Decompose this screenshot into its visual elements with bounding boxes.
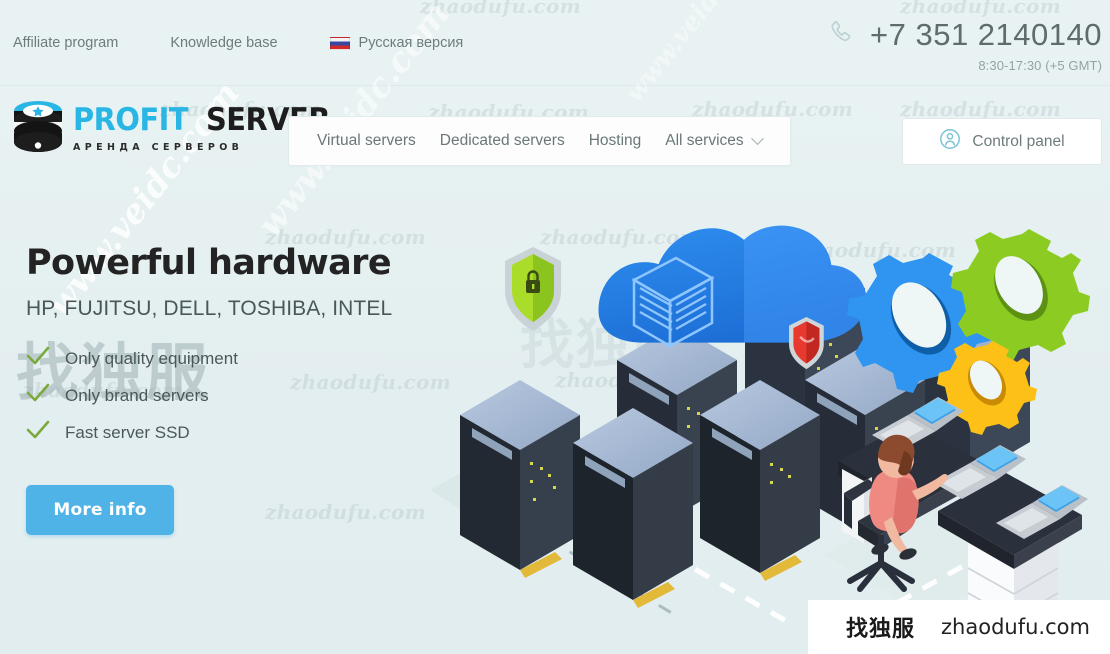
nav-item-hosting[interactable]: Hosting bbox=[577, 132, 654, 150]
chevron-down-icon bbox=[750, 131, 764, 145]
feature-label: Only brand servers bbox=[65, 385, 209, 405]
page-title: Powerful hardware bbox=[26, 243, 392, 283]
nav-item-all-services[interactable]: All services bbox=[653, 131, 773, 150]
topbar-links: Affiliate program Knowledge base Русская… bbox=[0, 31, 463, 55]
control-panel-label: Control panel bbox=[972, 132, 1065, 150]
watermark-banner-cn: 找独服 bbox=[846, 617, 916, 642]
header-row: PROFIT SERVER АРЕНДА СЕРВЕРОВ Virtual se… bbox=[0, 86, 1110, 196]
topbar-link-affiliate-program[interactable]: Affiliate program bbox=[13, 31, 118, 55]
hero-illustration bbox=[405, 225, 1105, 625]
nav-item-label: Dedicated servers bbox=[439, 132, 565, 149]
more-info-button[interactable]: More info bbox=[26, 484, 174, 535]
watermark-banner-url: zhaodufu.com bbox=[941, 615, 1090, 639]
phone-number[interactable]: +7 351 2140140 bbox=[870, 19, 1102, 50]
list-item: Fast server SSD bbox=[26, 420, 486, 446]
nav-item-label: Virtual servers bbox=[317, 132, 416, 149]
check-icon bbox=[26, 383, 50, 408]
control-panel-button[interactable]: Control panel bbox=[902, 118, 1102, 165]
logo-word-profit: PROFIT bbox=[73, 102, 189, 138]
check-icon bbox=[26, 346, 50, 371]
hero-feature-list: Only quality equipment Only brand server… bbox=[26, 346, 486, 446]
green-shield-lock-icon bbox=[505, 247, 561, 331]
phone-working-hours: 8:30-17:30 (+5 GMT) bbox=[978, 58, 1102, 73]
user-circle-icon bbox=[939, 128, 961, 155]
main-navigation: Virtual servers Dedicated servers Hostin… bbox=[288, 116, 791, 166]
hero-content: Powerful hardware HP, FUJITSU, DELL, TOS… bbox=[26, 245, 486, 535]
page-root: zhaodufu.com zhaodufu.com zhaodufu.com z… bbox=[0, 0, 1110, 654]
blue-cloud-document-icon bbox=[598, 225, 867, 349]
language-switch-label: Русская версия bbox=[358, 35, 464, 51]
russia-flag-icon bbox=[329, 36, 350, 50]
feature-label: Only quality equipment bbox=[65, 348, 238, 368]
phone-icon bbox=[828, 18, 856, 51]
check-icon bbox=[26, 420, 50, 445]
list-item: Only quality equipment bbox=[26, 346, 486, 372]
nav-item-virtual-servers[interactable]: Virtual servers bbox=[305, 132, 428, 150]
topbar-link-knowledge-base[interactable]: Knowledge base bbox=[170, 31, 277, 55]
nav-item-label: Hosting bbox=[588, 132, 642, 149]
phone-row: +7 351 2140140 bbox=[828, 18, 1102, 51]
topbar-contact: +7 351 2140140 8:30-17:30 (+5 GMT) bbox=[828, 18, 1102, 73]
hero-subtitle: HP, FUJITSU, DELL, TOSHIBA, INTEL bbox=[26, 296, 393, 320]
topbar: Affiliate program Knowledge base Русская… bbox=[0, 0, 1110, 86]
watermark-banner: 找独服 zhaodufu.com bbox=[808, 600, 1110, 654]
list-item: Only brand servers bbox=[26, 383, 486, 409]
language-switch-russian[interactable]: Русская версия bbox=[329, 35, 464, 51]
nav-item-label: All services bbox=[665, 132, 744, 149]
feature-label: Fast server SSD bbox=[65, 422, 190, 442]
nav-item-dedicated-servers[interactable]: Dedicated servers bbox=[428, 132, 577, 150]
server-database-star-icon bbox=[12, 100, 64, 158]
